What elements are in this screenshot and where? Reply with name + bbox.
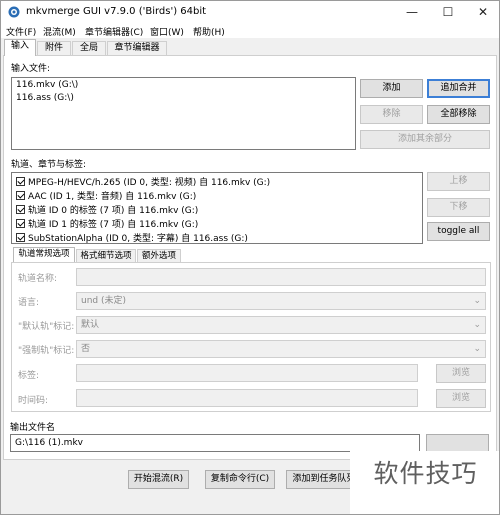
menu-file[interactable]: 文件(F) — [6, 25, 36, 38]
main-tab-bar: 输入 附件 全局 章节编辑器 — [1, 39, 499, 56]
checkbox-checked[interactable] — [16, 177, 25, 186]
default-flag-value: 默认 — [81, 320, 100, 330]
menu-chapter-editor[interactable]: 章节编辑器(C) — [85, 25, 143, 38]
track-row-audio[interactable]: AAC (ID 1, 类型: 音频) 自 116.mkv (G:) — [16, 189, 197, 202]
close-icon[interactable]: ✕ — [466, 1, 499, 23]
move-down-button[interactable]: 下移 — [427, 198, 490, 217]
tab-input[interactable]: 输入 — [4, 39, 36, 56]
tab-global[interactable]: 全局 — [72, 41, 106, 55]
input-files-label: 输入文件: — [11, 64, 51, 74]
track-row-video[interactable]: MPEG-H/HEVC/h.265 (ID 0, 类型: 视频) 自 116.m… — [16, 175, 271, 188]
checkbox-checked[interactable] — [16, 205, 25, 214]
minimize-icon[interactable]: — — [395, 1, 429, 23]
menu-help[interactable]: 帮助(H) — [193, 25, 225, 38]
subtab-format[interactable]: 格式细节选项 — [76, 249, 136, 262]
menu-bar: 文件(F) 混流(M) 章节编辑器(C) 窗口(W) 帮助(H) — [1, 23, 499, 38]
input-tab-panel: 输入文件: 116.mkv (G:\) 116.ass (G:\) 添加 追加合… — [3, 55, 497, 460]
tags-input[interactable] — [76, 364, 418, 382]
chevron-down-icon: ⌄ — [473, 296, 481, 306]
track-name-label: 轨道名称: — [18, 274, 58, 284]
watermark: 软件技巧 — [350, 451, 499, 514]
append-button[interactable]: 追加合并 — [427, 79, 490, 98]
checkbox-checked[interactable] — [16, 219, 25, 228]
track-row-tags-1[interactable]: 轨道 ID 1 的标签 (7 项) 自 116.mkv (G:) — [16, 217, 199, 230]
browse-tags-button[interactable]: 浏览 — [436, 364, 486, 383]
track-label: AAC (ID 1, 类型: 音频) 自 116.mkv (G:) — [28, 192, 197, 202]
tab-chapter-editor[interactable]: 章节编辑器 — [107, 41, 167, 55]
app-icon — [8, 6, 20, 18]
copy-command-line-button[interactable]: 复制命令行(C) — [205, 470, 275, 489]
start-muxing-button[interactable]: 开始混流(R) — [128, 470, 189, 489]
forced-flag-select[interactable]: 否 ⌄ — [76, 340, 486, 358]
checkbox-checked[interactable] — [16, 191, 25, 200]
list-item[interactable]: 116.mkv (G:\) — [16, 80, 78, 90]
timecodes-input[interactable] — [76, 389, 418, 407]
track-name-input[interactable] — [76, 268, 486, 286]
track-label: MPEG-H/HEVC/h.265 (ID 0, 类型: 视频) 自 116.m… — [28, 178, 271, 188]
default-flag-select[interactable]: 默认 ⌄ — [76, 316, 486, 334]
language-value: und (未定) — [81, 296, 127, 306]
add-parts-button[interactable]: 添加其余部分 — [360, 130, 490, 149]
menu-mux[interactable]: 混流(M) — [43, 25, 76, 38]
toggle-all-button[interactable]: toggle all — [427, 222, 490, 241]
track-row-tags-0[interactable]: 轨道 ID 0 的标签 (7 项) 自 116.mkv (G:) — [16, 203, 199, 216]
title-bar: mkvmerge GUI v7.9.0 ('Birds') 64bit — ☐ … — [1, 1, 499, 23]
move-up-button[interactable]: 上移 — [427, 172, 490, 191]
timecodes-label: 时间码: — [18, 396, 49, 406]
language-select[interactable]: und (未定) ⌄ — [76, 292, 486, 310]
tags-label: 标签: — [18, 371, 40, 381]
add-button[interactable]: 添加 — [360, 79, 423, 98]
default-flag-label: "默认轨"标记: — [18, 322, 75, 332]
remove-all-button[interactable]: 全部移除 — [427, 105, 490, 124]
chevron-down-icon: ⌄ — [473, 320, 481, 330]
subtab-extra[interactable]: 额外选项 — [137, 249, 181, 262]
list-item[interactable]: 116.ass (G:\) — [16, 93, 74, 103]
tracks-label: 轨道、章节与标签: — [11, 160, 87, 170]
remove-button[interactable]: 移除 — [360, 105, 423, 124]
track-label: 轨道 ID 0 的标签 (7 项) 自 116.mkv (G:) — [28, 206, 199, 216]
checkbox-checked[interactable] — [16, 233, 25, 242]
browse-timecodes-button[interactable]: 浏览 — [436, 389, 486, 408]
output-filename-label: 输出文件名 — [10, 423, 56, 433]
subtab-general[interactable]: 轨道常规选项 — [13, 247, 75, 262]
window-title: mkvmerge GUI v7.9.0 ('Birds') 64bit — [26, 6, 207, 17]
language-label: 语言: — [18, 298, 40, 308]
forced-flag-label: "强制轨"标记: — [18, 346, 75, 356]
chevron-down-icon: ⌄ — [473, 344, 481, 354]
track-label: SubStationAlpha (ID 0, 类型: 字幕) 自 116.ass… — [28, 234, 248, 244]
menu-window[interactable]: 窗口(W) — [150, 25, 184, 38]
mkvmerge-window: mkvmerge GUI v7.9.0 ('Birds') 64bit — ☐ … — [0, 0, 500, 515]
tracks-list[interactable]: MPEG-H/HEVC/h.265 (ID 0, 类型: 视频) 自 116.m… — [11, 172, 423, 244]
input-files-list[interactable]: 116.mkv (G:\) 116.ass (G:\) — [11, 77, 356, 150]
forced-flag-value: 否 — [81, 344, 91, 354]
output-filename-input[interactable]: G:\116 (1).mkv — [10, 434, 420, 452]
track-label: 轨道 ID 1 的标签 (7 项) 自 116.mkv (G:) — [28, 220, 199, 230]
tab-attachments[interactable]: 附件 — [37, 41, 71, 55]
track-row-subtitle[interactable]: SubStationAlpha (ID 0, 类型: 字幕) 自 116.ass… — [16, 231, 248, 244]
general-options-panel: 轨道名称: 语言: und (未定) ⌄ "默认轨"标记: 默认 ⌄ "强制轨"标记… — [11, 262, 491, 412]
maximize-icon[interactable]: ☐ — [431, 1, 465, 23]
